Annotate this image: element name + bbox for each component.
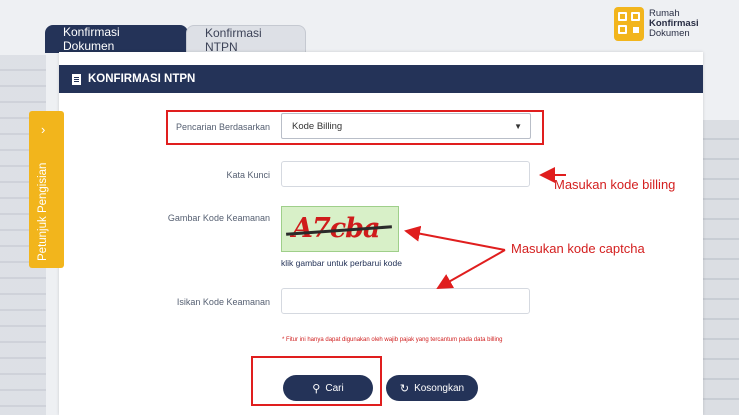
arrow-captcha-image <box>404 225 506 251</box>
arrow-captcha-input <box>436 249 506 289</box>
annotation-billing: Masukan kode billing <box>554 177 676 192</box>
annotation-arrows <box>404 167 566 289</box>
annotation-captcha: Masukan kode captcha <box>511 241 645 256</box>
